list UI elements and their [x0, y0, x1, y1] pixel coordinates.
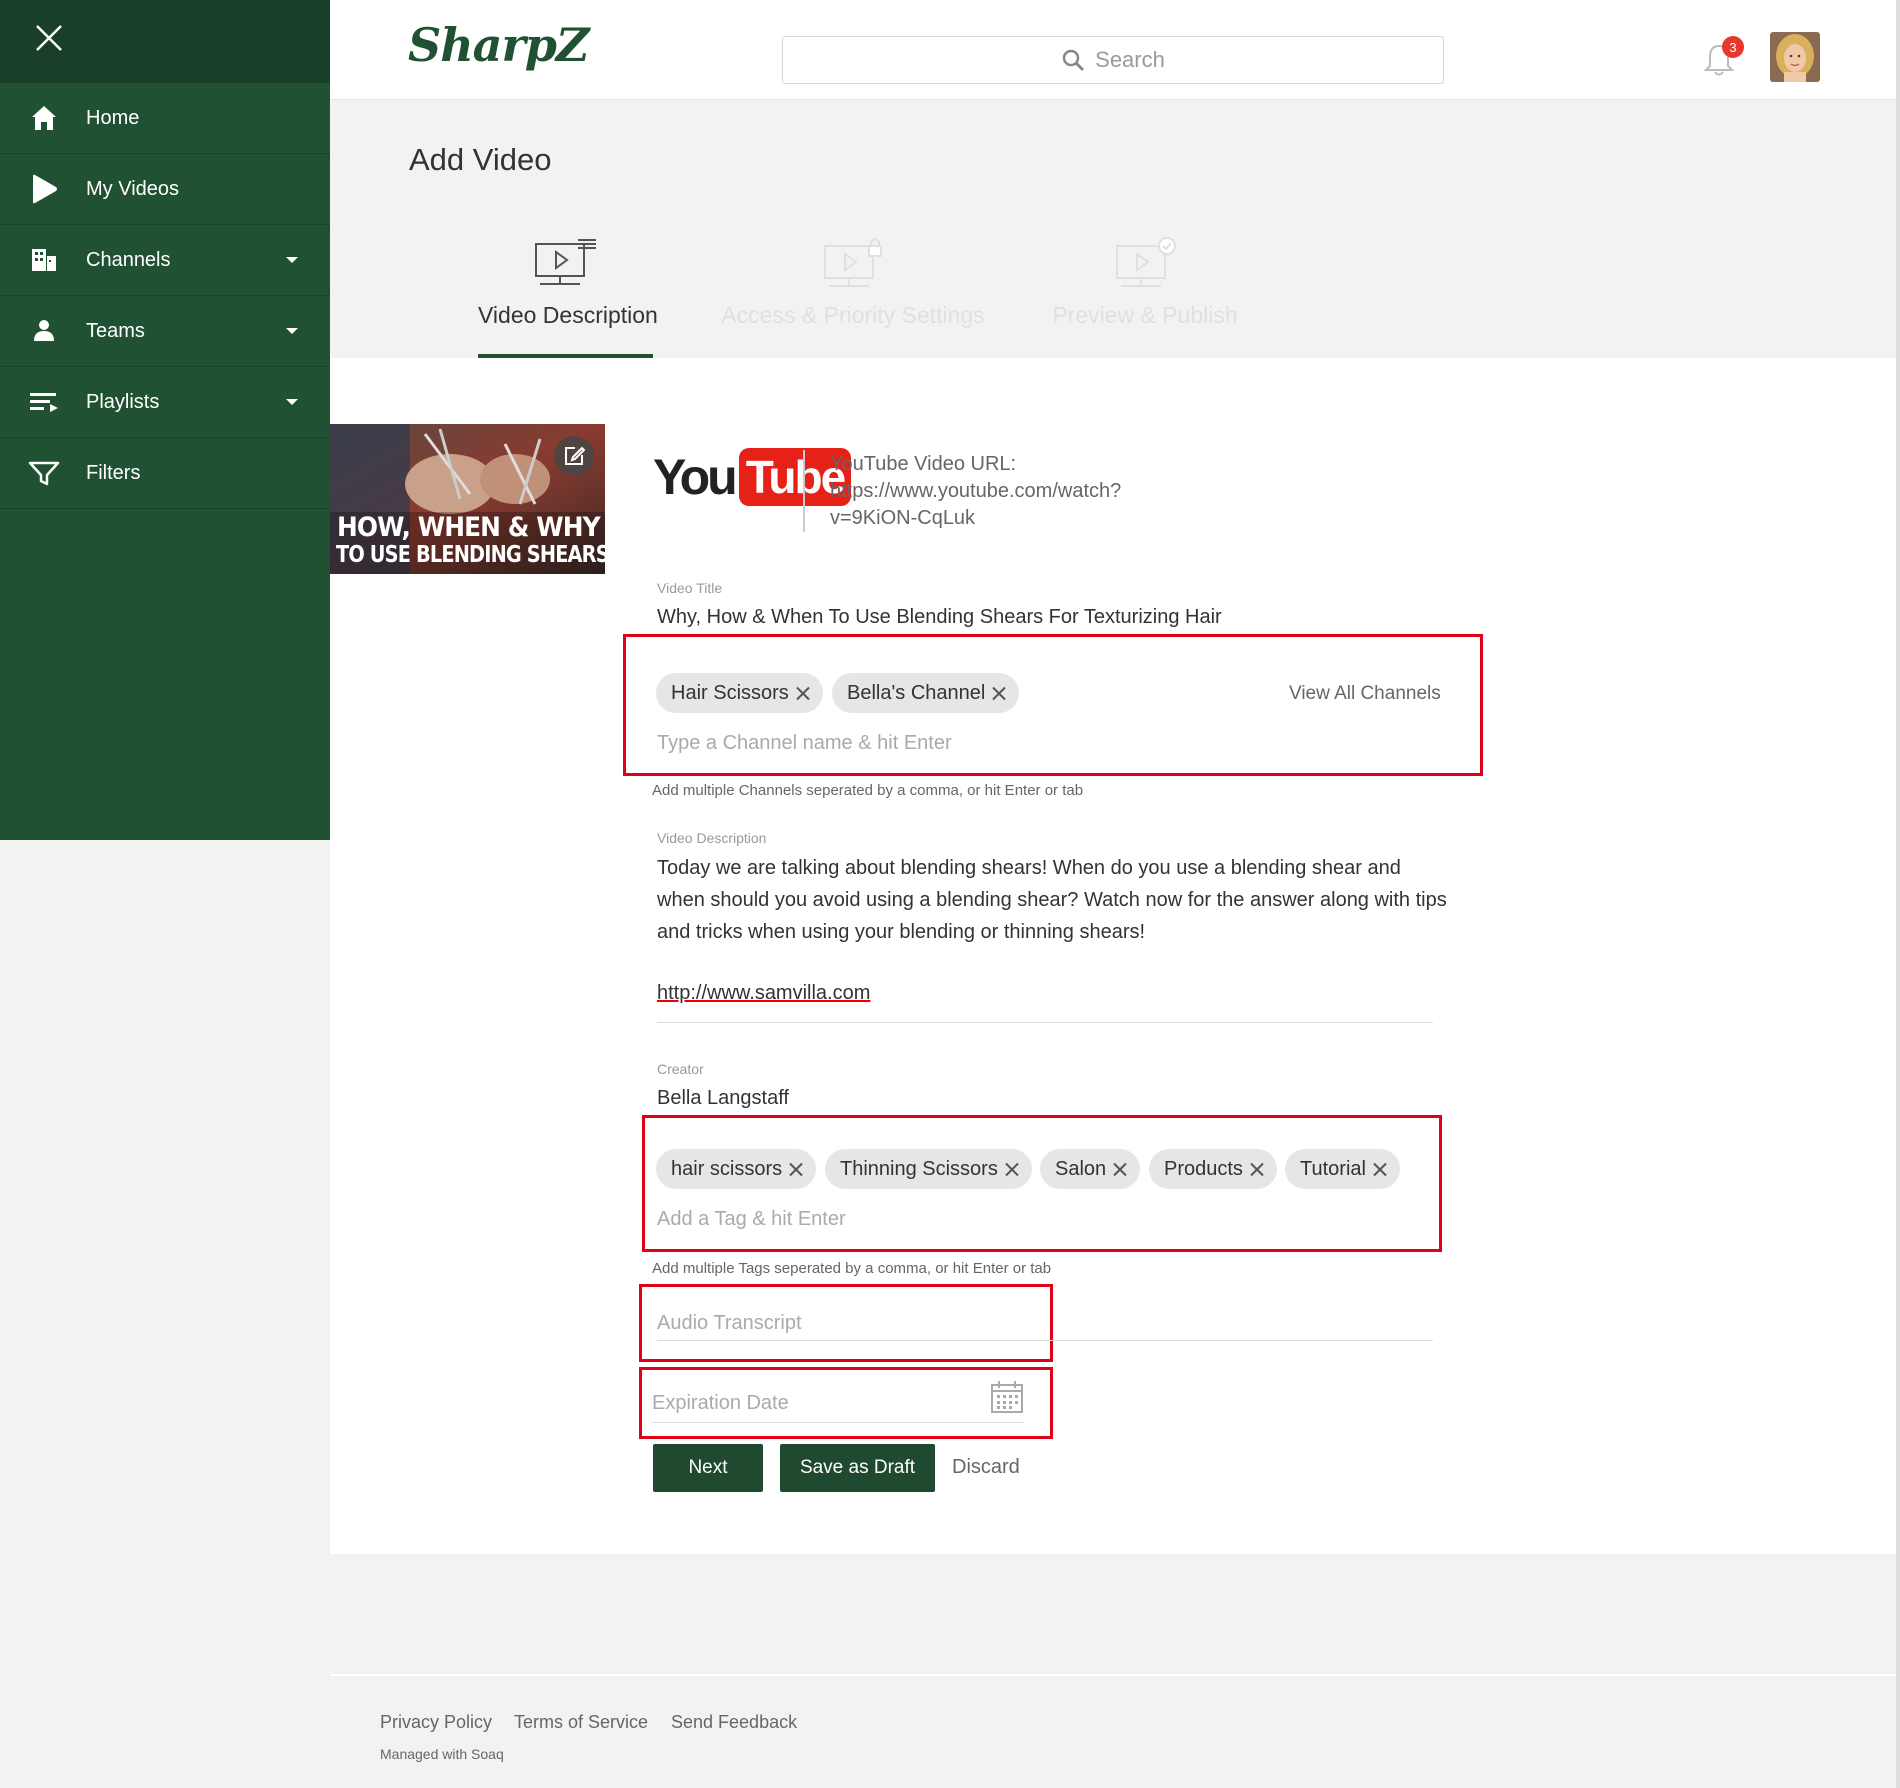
calendar-icon[interactable]	[990, 1380, 1024, 1414]
expiration-date-input[interactable]	[652, 1390, 972, 1416]
chevron-down-icon	[286, 257, 298, 263]
description-underline	[657, 1022, 1433, 1023]
transcript-underline	[657, 1340, 1433, 1341]
remove-chip-icon[interactable]	[991, 686, 1006, 701]
footer: Privacy Policy Terms of Service Send Fee…	[330, 1674, 1900, 1788]
step-label: Access & Priority Settings	[721, 302, 985, 328]
description-link[interactable]: http://www.samvilla.com	[657, 982, 870, 1005]
close-icon[interactable]	[33, 22, 65, 54]
access-lock-icon	[824, 238, 882, 287]
remove-chip-icon[interactable]	[788, 1162, 803, 1177]
sidebar-header	[0, 0, 330, 83]
sidebar-item-home[interactable]: Home	[0, 83, 330, 154]
edit-icon	[565, 446, 585, 465]
divider	[803, 450, 805, 532]
play-icon	[28, 173, 60, 205]
youtube-logo-you: You	[653, 449, 738, 505]
terms-of-service-link[interactable]: Terms of Service	[514, 1712, 648, 1733]
youtube-logo: You Tube	[653, 448, 852, 506]
creator-label: Creator	[657, 1061, 704, 1077]
video-description-icon	[534, 239, 596, 285]
video-description-input[interactable]: Today we are talking about blending shea…	[657, 852, 1447, 948]
tag-chip-label: hair scissors	[671, 1157, 783, 1180]
sidebar: Home My Videos Channels Teams Playlists …	[0, 0, 330, 840]
home-icon	[28, 102, 60, 134]
tag-helper-text: Add multiple Tags seperated by a comma, …	[652, 1260, 1052, 1277]
channel-chip-label: Hair Scissors	[671, 681, 789, 704]
chevron-down-icon	[286, 328, 298, 334]
notification-badge: 3	[1722, 36, 1744, 58]
channel-chip: Hair Scissors	[656, 673, 823, 713]
youtube-url-line2: v=9KiON-CqLuk	[830, 507, 976, 529]
creator-input[interactable]: Bella Langstaff	[657, 1087, 789, 1110]
preview-check-icon	[1116, 237, 1176, 287]
sidebar-item-label: My Videos	[86, 177, 180, 200]
chevron-down-icon	[286, 399, 298, 405]
expiration-underline	[652, 1422, 1024, 1423]
remove-chip-icon[interactable]	[1004, 1162, 1019, 1177]
sidebar-item-teams[interactable]: Teams	[0, 296, 330, 367]
sidebar-item-my-videos[interactable]: My Videos	[0, 154, 330, 225]
audio-transcript-input[interactable]	[657, 1310, 1037, 1336]
tag-chip-label: Tutorial	[1300, 1157, 1366, 1180]
sidebar-item-label: Home	[86, 106, 140, 129]
tag-chip-label: Thinning Scissors	[840, 1157, 998, 1180]
sidebar-item-label: Teams	[86, 319, 145, 342]
youtube-url-line1: https://www.youtube.com/watch?	[830, 480, 1122, 502]
video-description-label: Video Description	[657, 830, 767, 846]
youtube-url-block: YouTube Video URL: https://www.youtube.c…	[830, 451, 1150, 532]
save-draft-button[interactable]: Save as Draft	[780, 1444, 935, 1492]
tag-chip: hair scissors	[656, 1149, 817, 1189]
step-access-priority[interactable]: Access & Priority Settings	[718, 0, 988, 328]
sidebar-item-playlists[interactable]: Playlists	[0, 367, 330, 438]
tag-chip: Salon	[1040, 1149, 1141, 1189]
thumbnail-text-line1: HOW, WHEN & WHY	[337, 512, 601, 543]
thumbnail-text-line2: TO USE BLENDING SHEARS	[336, 542, 605, 568]
tag-chip-label: Salon	[1055, 1157, 1107, 1180]
scrollbar[interactable]	[1896, 0, 1900, 1788]
send-feedback-link[interactable]: Send Feedback	[671, 1712, 797, 1733]
discard-button[interactable]: Discard	[952, 1456, 1020, 1479]
sidebar-item-channels[interactable]: Channels	[0, 225, 330, 296]
sidebar-item-filters[interactable]: Filters	[0, 438, 330, 509]
tag-input[interactable]	[657, 1206, 1257, 1232]
sidebar-item-label: Channels	[86, 248, 171, 271]
remove-chip-icon[interactable]	[795, 686, 810, 701]
tag-chip: Thinning Scissors	[825, 1149, 1032, 1189]
view-all-channels-link[interactable]: View All Channels	[1289, 683, 1441, 705]
playlist-icon	[28, 386, 60, 418]
managed-with-text: Managed with Soaq	[380, 1746, 504, 1762]
next-button[interactable]: Next	[653, 1444, 763, 1492]
edit-thumbnail-button[interactable]	[554, 436, 594, 476]
remove-chip-icon[interactable]	[1249, 1162, 1264, 1177]
step-video-description[interactable]: Video Description	[478, 0, 658, 358]
channel-chip-label: Bella's Channel	[847, 681, 986, 704]
tag-chip: Products	[1149, 1149, 1277, 1189]
youtube-url-label: YouTube Video URL:	[830, 453, 1017, 475]
step-preview-publish[interactable]: Preview & Publish	[1050, 0, 1240, 328]
remove-chip-icon[interactable]	[1112, 1162, 1127, 1177]
sidebar-item-label: Playlists	[86, 390, 160, 413]
video-title-label: Video Title	[657, 580, 723, 596]
step-label: Preview & Publish	[1052, 302, 1238, 328]
tag-chip: Tutorial	[1285, 1149, 1400, 1189]
sidebar-item-label: Filters	[86, 461, 141, 484]
channel-chip: Bella's Channel	[832, 673, 1020, 713]
video-title-input[interactable]: Why, How & When To Use Blending Shears F…	[657, 606, 1222, 629]
channel-helper-text: Add multiple Channels seperated by a com…	[652, 782, 1084, 799]
tag-chip-label: Products	[1164, 1157, 1243, 1180]
step-label: Video Description	[478, 302, 658, 328]
channel-input[interactable]	[657, 730, 1257, 756]
privacy-policy-link[interactable]: Privacy Policy	[380, 1712, 492, 1733]
channels-icon	[28, 244, 60, 276]
filter-icon	[28, 457, 60, 489]
team-icon	[28, 315, 60, 347]
remove-chip-icon[interactable]	[1372, 1162, 1387, 1177]
avatar[interactable]	[1770, 32, 1820, 82]
